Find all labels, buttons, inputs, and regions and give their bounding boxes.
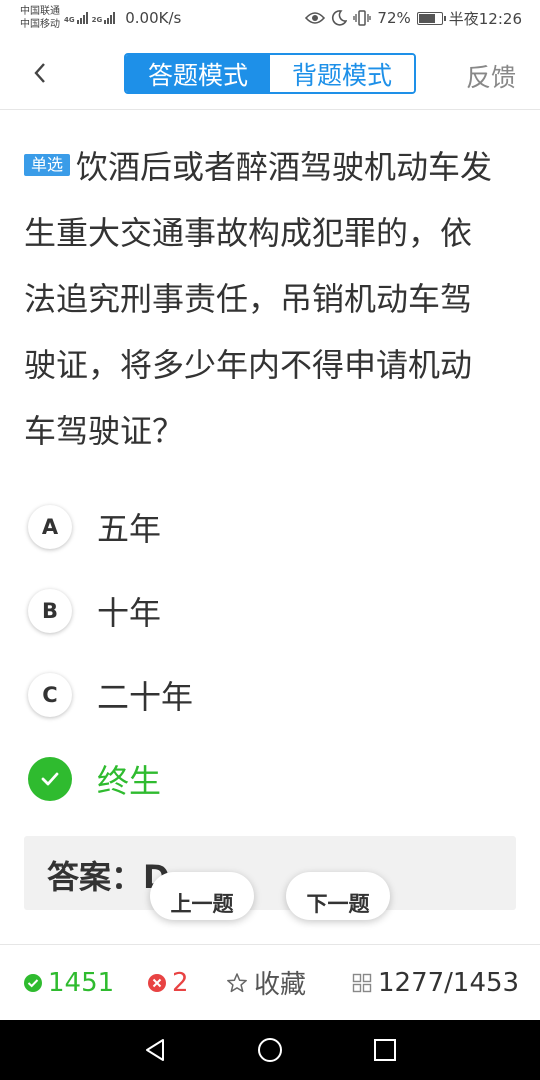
option-b[interactable]: B 十年 [28, 588, 161, 634]
battery-icon [416, 11, 446, 25]
option-c-letter: C [28, 673, 72, 717]
progress-text: 1277/1453 [378, 967, 520, 998]
nav-back-icon[interactable] [140, 1035, 170, 1065]
option-d[interactable]: 终生 [28, 756, 161, 802]
status-bar: 中国联通 中国移动 4G 2G 0.00K/s 72% 半夜12:26 [0, 0, 540, 36]
bottom-bar: 1451 2 收藏 1277/1453 [0, 944, 540, 1020]
progress-stat[interactable]: 1277/1453 [352, 968, 519, 998]
favorite-label: 收藏 [254, 970, 307, 1000]
carrier-info: 中国联通 中国移动 [20, 5, 60, 31]
nav-recents-icon[interactable] [370, 1035, 400, 1065]
star-icon [227, 972, 247, 992]
option-b-text: 十年 [97, 594, 162, 632]
option-a[interactable]: A 五年 [28, 504, 161, 550]
question-text: 饮酒后或者醉酒驾驶机动车发生重大交通事故构成犯罪的，依法追究刑事责任，吊销机动车… [24, 148, 493, 450]
tab-memorize-mode[interactable]: 背题模式 [270, 55, 414, 92]
option-c-text: 二十年 [97, 678, 194, 716]
next-question-button[interactable]: 下一题 [286, 872, 390, 920]
wrong-count: 2 [172, 967, 189, 998]
option-a-letter: A [28, 505, 72, 549]
tab-answer-mode[interactable]: 答题模式 [126, 55, 270, 92]
option-d-text: 终生 [97, 762, 162, 800]
correct-count-stat[interactable]: 1451 [24, 968, 114, 998]
eye-icon [305, 12, 326, 24]
wrong-count-stat[interactable]: 2 [148, 968, 189, 998]
signal-2-icon: 2G [92, 12, 116, 24]
correct-count: 1451 [48, 967, 115, 998]
carrier-1: 中国联通 [20, 6, 60, 17]
checkmark-icon [28, 757, 72, 801]
prev-question-label: 上一题 [170, 892, 234, 916]
question-type-badge: 单选 [24, 154, 71, 176]
question: 单选 饮酒后或者醉酒驾驶机动车发生重大交通事故构成犯罪的，依法追究刑事责任，吊销机… [24, 134, 494, 464]
moon-icon [332, 10, 348, 26]
signal-1-icon: 4G [64, 12, 88, 24]
answer-panel: 答案：D [24, 836, 516, 910]
carrier-2: 中国移动 [20, 19, 60, 30]
battery-percent: 72% [377, 9, 411, 27]
option-c[interactable]: C 二十年 [28, 672, 193, 718]
system-nav-bar [0, 1020, 540, 1080]
next-question-label: 下一题 [306, 892, 370, 916]
correct-check-icon [24, 973, 42, 992]
favorite-button[interactable]: 收藏 [226, 964, 306, 1001]
clock: 半夜12:26 [448, 9, 522, 28]
feedback-button[interactable]: 反馈 [466, 58, 516, 94]
nav-home-icon[interactable] [255, 1035, 285, 1065]
network-speed: 0.00K/s [125, 9, 182, 27]
header: 答题模式 背题模式 反馈 [0, 36, 540, 110]
vibrate-icon [353, 10, 372, 26]
option-a-text: 五年 [97, 510, 162, 548]
grid-icon [352, 973, 372, 992]
prev-question-button[interactable]: 上一题 [150, 872, 254, 920]
wrong-cross-icon [148, 973, 166, 992]
option-b-letter: B [28, 589, 72, 633]
back-arrow-icon[interactable] [26, 58, 56, 88]
mode-switch: 答题模式 背题模式 [124, 53, 416, 94]
